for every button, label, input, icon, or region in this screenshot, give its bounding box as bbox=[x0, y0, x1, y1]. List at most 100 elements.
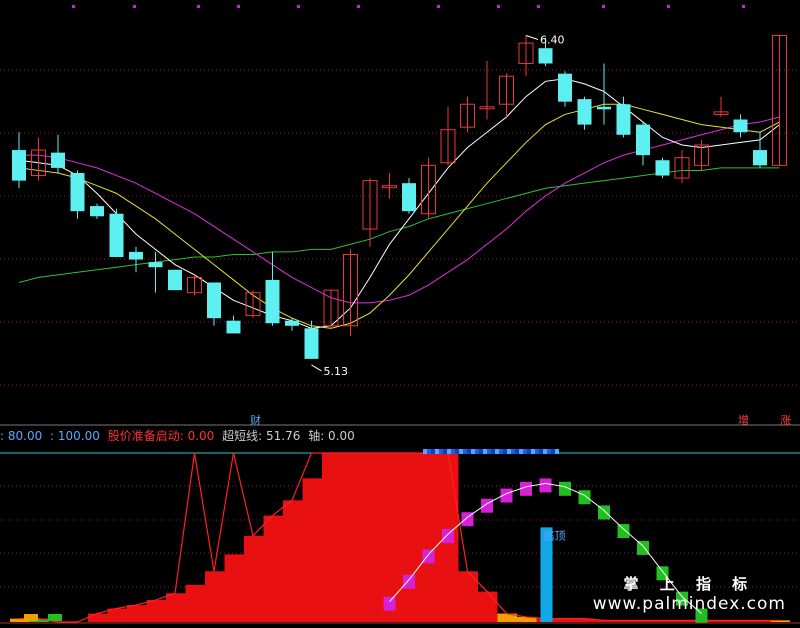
top-tick-dot bbox=[437, 5, 440, 8]
indicator-strip bbox=[547, 449, 551, 454]
indicator-bar bbox=[380, 453, 400, 622]
watermark-url: www.palmindex.com bbox=[592, 594, 786, 614]
top-tick-dot bbox=[197, 5, 200, 8]
candle-body-down bbox=[70, 172, 85, 212]
status-item-2: 股价准备启动: 0.00 bbox=[107, 429, 215, 443]
short-term-segment bbox=[481, 498, 493, 513]
indicator-bar bbox=[127, 605, 147, 622]
indicator-strip bbox=[523, 449, 527, 454]
indicator-strip bbox=[435, 449, 439, 454]
indicator-bar bbox=[263, 515, 283, 622]
indicator-strip bbox=[527, 449, 531, 454]
indicator-strip bbox=[439, 449, 443, 454]
ma-yellow-line bbox=[18, 103, 780, 329]
candle-body-down bbox=[304, 328, 319, 359]
high-label: 6.40 bbox=[540, 33, 565, 46]
indicator-strip bbox=[467, 449, 471, 454]
indicator-strip bbox=[475, 449, 479, 454]
indicator-strip bbox=[511, 449, 515, 454]
indicator-bar bbox=[224, 554, 244, 622]
escape-top-label: 逃顶 bbox=[544, 529, 566, 542]
short-term-segment bbox=[442, 529, 454, 544]
indicator-bar bbox=[283, 500, 303, 622]
indicator-bar bbox=[302, 478, 322, 622]
candle-body-down bbox=[109, 213, 124, 258]
watermark: 掌 上 指 标 www.palmindex.com bbox=[593, 573, 786, 614]
indicator-strip bbox=[491, 449, 495, 454]
small-marker bbox=[24, 614, 38, 621]
tag-zhang: 涨 bbox=[780, 414, 791, 427]
indicator-status-bar: : 80.00 : 100.00 股价准备启动: 0.00 超短线: 51.76… bbox=[0, 427, 359, 443]
candle-body-down bbox=[90, 206, 104, 217]
indicator-bar bbox=[185, 584, 205, 622]
candle-body-down bbox=[577, 99, 592, 125]
indicator-strip bbox=[487, 449, 491, 454]
candle-body-down bbox=[285, 320, 299, 326]
short-term-segment bbox=[520, 481, 532, 496]
top-tick-dot bbox=[742, 5, 745, 8]
indicator-bar bbox=[205, 571, 225, 622]
status-item-4: 轴: 0.00 bbox=[308, 429, 355, 443]
indicator-strip bbox=[427, 449, 431, 454]
top-tick-dot bbox=[602, 5, 605, 8]
low-label: 5.13 bbox=[324, 365, 349, 378]
indicator-strip bbox=[507, 449, 511, 454]
indicator-strip bbox=[515, 449, 519, 454]
candle-body-down bbox=[129, 251, 143, 260]
indicator-strip bbox=[551, 449, 555, 454]
tag-zeng: 增 bbox=[738, 414, 749, 427]
indicator-strip bbox=[555, 449, 559, 454]
indicator-strip bbox=[443, 449, 447, 454]
top-tick-dot bbox=[133, 5, 136, 8]
top-tick-dot bbox=[537, 5, 540, 8]
indicator-strip bbox=[479, 449, 483, 454]
indicator-strip bbox=[543, 449, 547, 454]
top-tick-dot bbox=[497, 5, 500, 8]
short-term-segment bbox=[383, 596, 396, 611]
candle-body-down bbox=[733, 119, 748, 133]
ma-white-line bbox=[18, 78, 780, 329]
short-term-segment bbox=[403, 574, 415, 589]
candle-body-down bbox=[207, 282, 221, 319]
indicator-strip bbox=[463, 449, 467, 454]
indicator-strip bbox=[471, 449, 475, 454]
indicator-bar bbox=[478, 591, 498, 622]
status-item-0: : 80.00 bbox=[0, 429, 43, 443]
indicator-strip bbox=[495, 449, 499, 454]
indicator-strip bbox=[431, 449, 435, 454]
short-term-segment bbox=[578, 490, 591, 505]
indicator-bar bbox=[400, 453, 420, 622]
watermark-title: 掌 上 指 标 bbox=[623, 575, 756, 593]
candle-body-down bbox=[226, 320, 241, 334]
ma-magenta-line bbox=[19, 116, 780, 304]
small-marker bbox=[48, 614, 62, 621]
indicator-strip bbox=[499, 449, 503, 454]
candle-body-down bbox=[168, 269, 182, 291]
indicator-strip bbox=[423, 449, 427, 454]
candle-body-down bbox=[655, 160, 670, 176]
indicator-bar bbox=[322, 453, 342, 622]
high-pointer bbox=[525, 34, 539, 40]
candle-body-down bbox=[51, 152, 65, 168]
indicator-strip bbox=[459, 449, 463, 454]
candle-body-down bbox=[558, 73, 572, 102]
stock-chart: 6.40 5.13 逃顶 bbox=[0, 5, 800, 624]
indicator-bar bbox=[146, 600, 166, 622]
candle-body-down bbox=[12, 150, 26, 181]
short-term-segment bbox=[637, 540, 649, 555]
candle-body-down bbox=[753, 150, 767, 166]
indicator-bar bbox=[244, 535, 264, 622]
top-tick-dot bbox=[72, 5, 75, 8]
candle-body-down bbox=[636, 124, 650, 156]
indicator-strip bbox=[531, 449, 535, 454]
candle-body-down bbox=[148, 262, 163, 268]
short-term-segment bbox=[422, 549, 435, 564]
indicator-strip bbox=[539, 449, 543, 454]
indicator-bar bbox=[419, 453, 439, 622]
candle-body-down bbox=[616, 104, 631, 135]
indicator-bar bbox=[341, 453, 361, 622]
indicator-strip bbox=[519, 449, 523, 454]
status-item-1: : 100.00 bbox=[50, 429, 100, 443]
top-tick-dot bbox=[237, 5, 240, 8]
short-term-segment bbox=[617, 524, 630, 539]
